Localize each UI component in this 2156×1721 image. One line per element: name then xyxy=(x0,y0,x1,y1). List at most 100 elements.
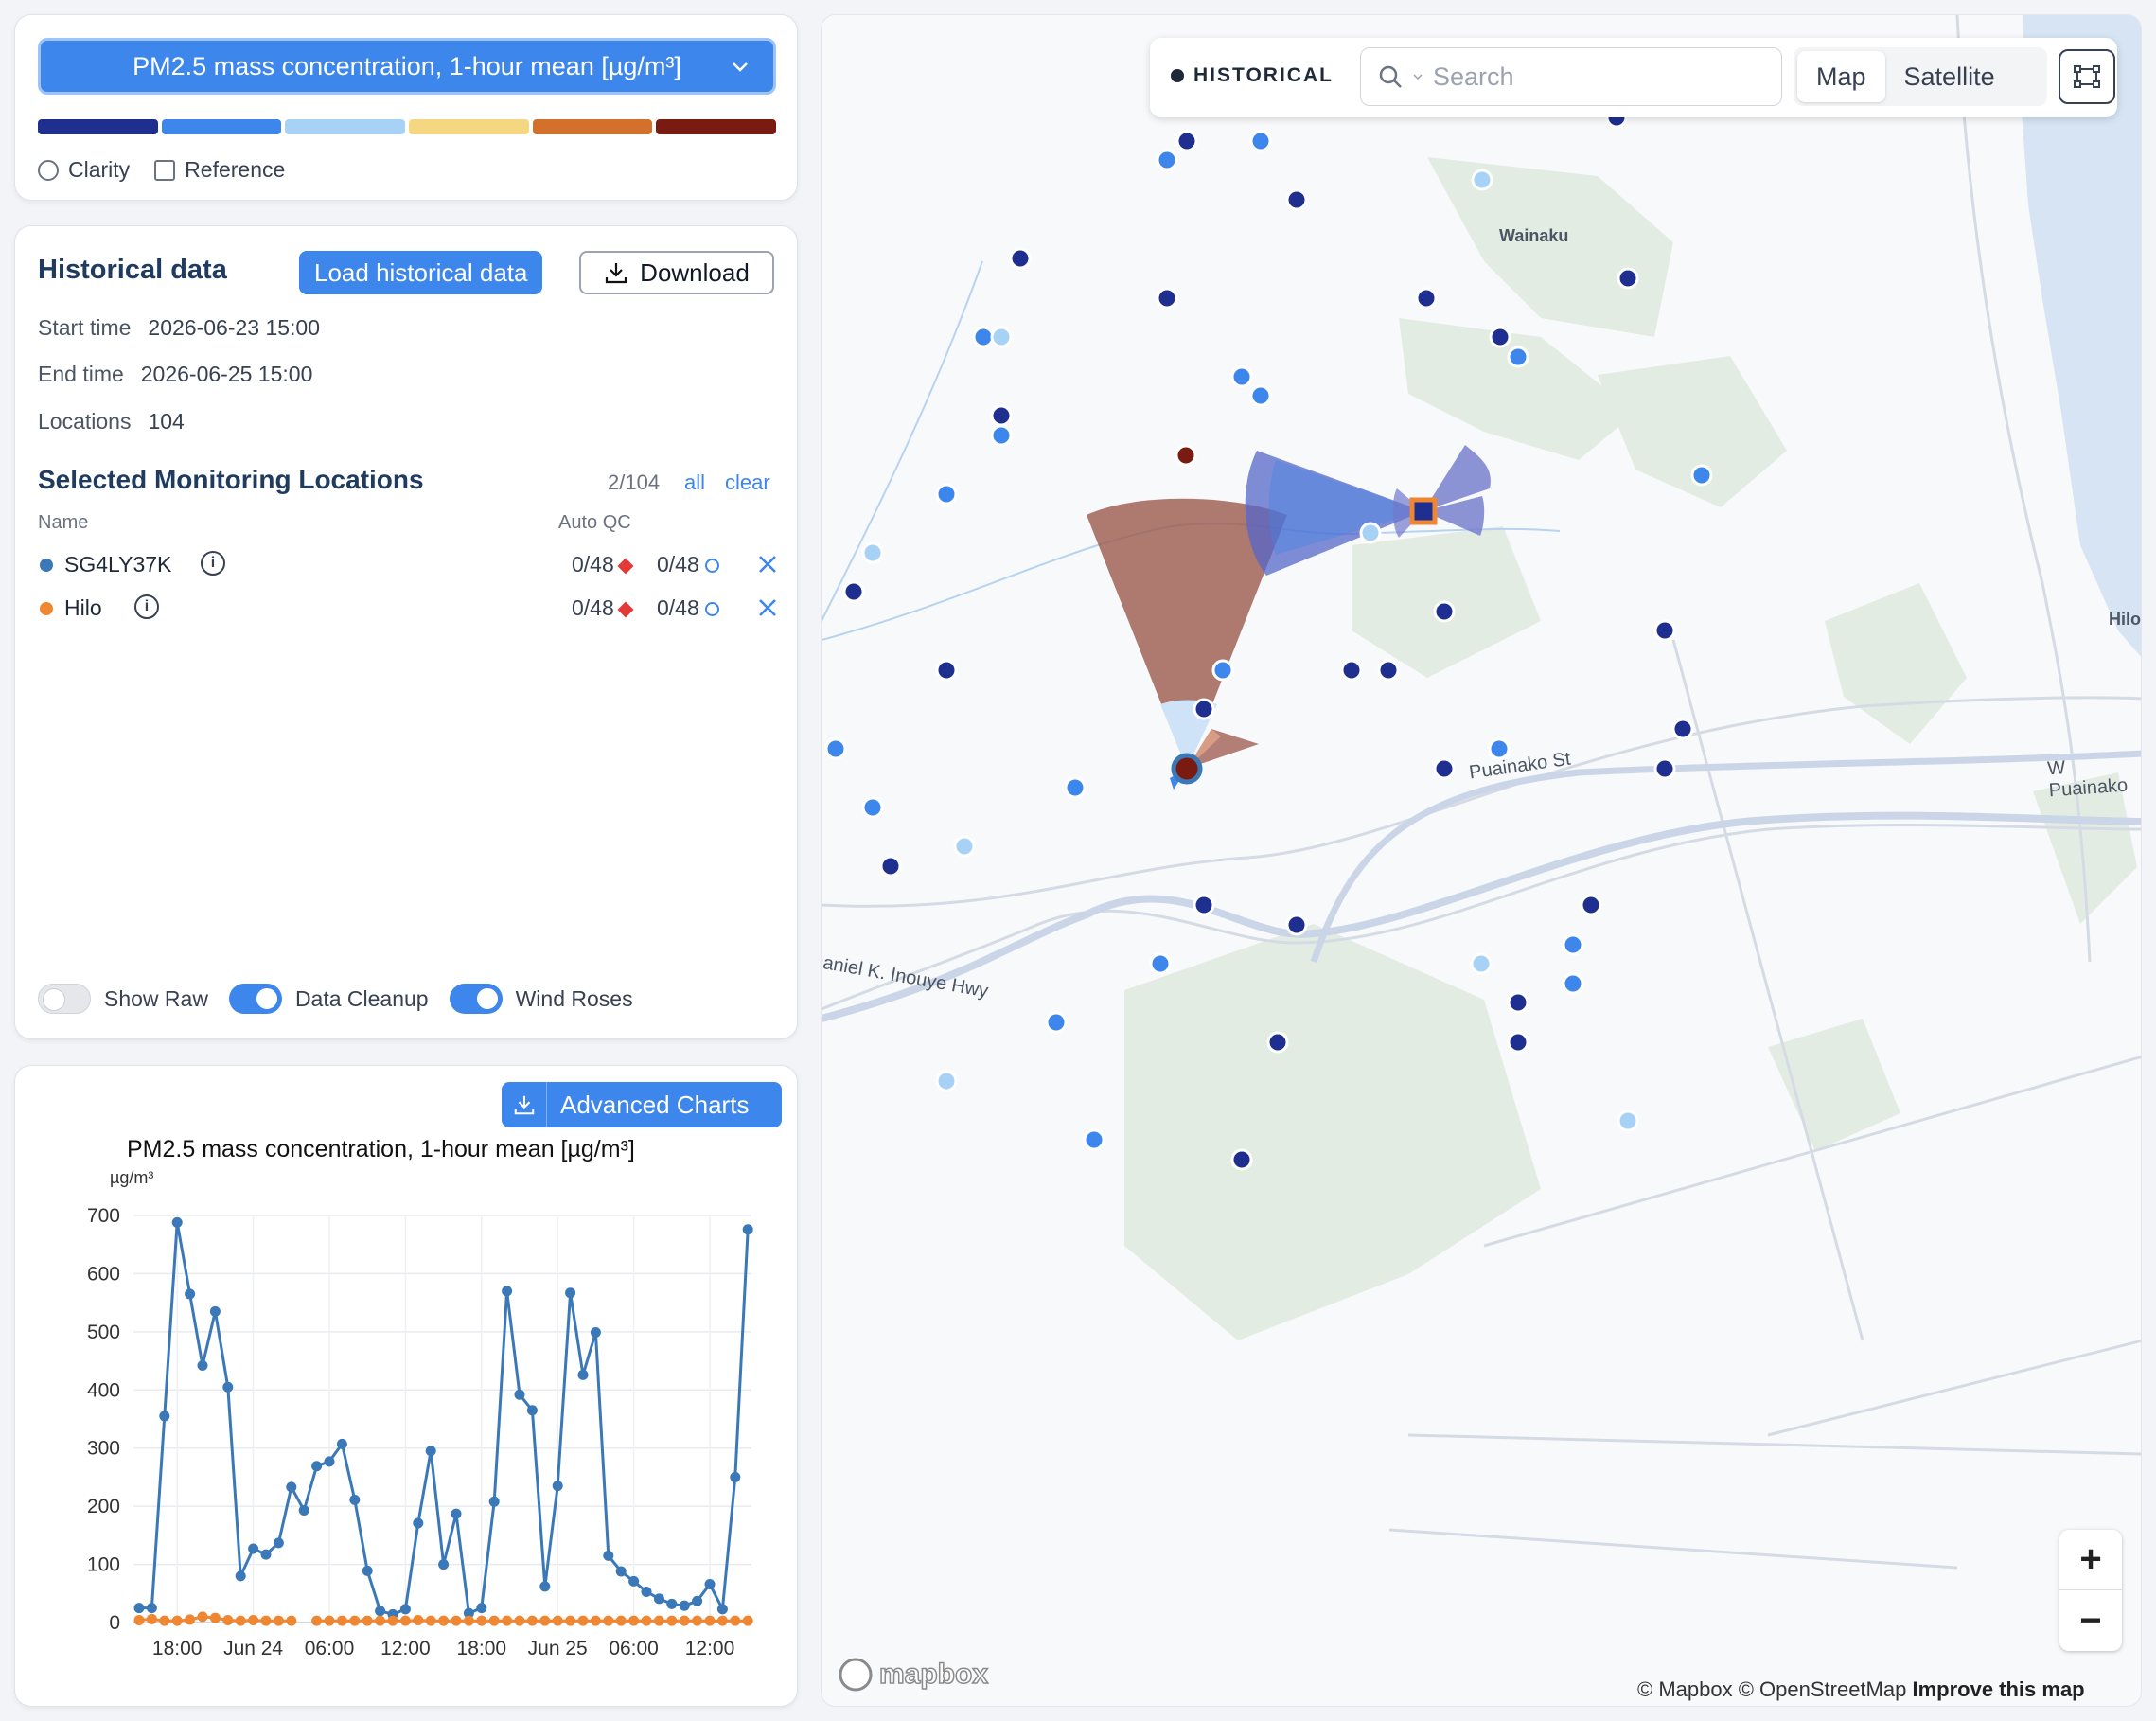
station-marker[interactable] xyxy=(1249,384,1272,407)
station-marker[interactable] xyxy=(1193,894,1215,916)
data-point xyxy=(704,1615,716,1626)
station-marker[interactable] xyxy=(1175,444,1197,467)
data-point xyxy=(425,1615,436,1626)
data-cleanup-toggle[interactable]: Data Cleanup xyxy=(228,984,429,1014)
station-marker[interactable] xyxy=(1507,346,1529,368)
station-marker[interactable] xyxy=(1653,619,1676,642)
station-marker[interactable] xyxy=(842,580,865,603)
station-marker[interactable] xyxy=(935,659,958,682)
station-marker[interactable] xyxy=(1149,952,1172,975)
station-marker[interactable] xyxy=(1045,1011,1068,1034)
station-marker[interactable] xyxy=(1230,365,1253,388)
data-point xyxy=(666,1598,678,1609)
station-marker[interactable] xyxy=(1340,659,1363,682)
station-marker[interactable] xyxy=(861,796,884,819)
station-marker[interactable] xyxy=(1671,718,1694,740)
station-marker[interactable] xyxy=(1156,287,1178,310)
station-marker[interactable] xyxy=(1488,737,1511,760)
station-marker[interactable] xyxy=(1009,247,1032,270)
station-marker[interactable] xyxy=(1415,287,1438,310)
station-marker[interactable] xyxy=(990,326,1013,348)
station-marker[interactable] xyxy=(1433,757,1456,780)
station-marker[interactable] xyxy=(990,404,1013,427)
data-point xyxy=(362,1565,373,1576)
data-point xyxy=(146,1613,157,1624)
station-marker[interactable] xyxy=(1175,130,1198,152)
data-point xyxy=(324,1456,335,1467)
station-marker[interactable] xyxy=(1285,914,1308,936)
qc-value: 0/48 xyxy=(657,595,699,620)
y-tick-label: 300 xyxy=(87,1438,120,1460)
data-point xyxy=(628,1615,640,1626)
select-all-link[interactable]: all xyxy=(684,470,705,495)
station-marker[interactable] xyxy=(1507,991,1529,1014)
station-marker[interactable] xyxy=(1562,972,1584,995)
mapbox-logo-icon xyxy=(839,1658,873,1692)
qc-value: 0/48 xyxy=(657,552,699,577)
station-marker[interactable] xyxy=(1617,267,1639,290)
map-type-map[interactable]: Map xyxy=(1797,51,1885,102)
station-marker[interactable] xyxy=(1562,933,1584,956)
station-marker[interactable] xyxy=(1617,1109,1639,1132)
station-marker[interactable] xyxy=(824,737,847,760)
circle-icon xyxy=(704,559,719,573)
color-scale xyxy=(38,119,777,134)
qc-value: 0/48 xyxy=(572,552,614,577)
station-marker[interactable] xyxy=(1249,130,1272,152)
station-marker[interactable] xyxy=(1064,776,1087,799)
parameter-select[interactable]: PM2.5 mass concentration, 1-hour mean [µ… xyxy=(38,38,776,95)
y-tick-label: 200 xyxy=(87,1496,120,1517)
station-marker[interactable] xyxy=(1156,149,1178,171)
station-marker[interactable] xyxy=(953,835,976,858)
station-marker[interactable] xyxy=(1489,326,1511,348)
station-marker[interactable] xyxy=(1083,1128,1105,1151)
station-marker[interactable] xyxy=(861,541,884,564)
zoom-out-button[interactable]: − xyxy=(2059,1590,2122,1651)
station-marker[interactable] xyxy=(1507,1031,1529,1054)
station-marker[interactable] xyxy=(1471,169,1493,191)
y-axis-unit: µg/m³ xyxy=(110,1168,153,1187)
reference-checkbox[interactable]: Reference xyxy=(154,157,285,183)
station-marker[interactable] xyxy=(1285,188,1308,211)
station-marker[interactable] xyxy=(990,424,1013,447)
data-point xyxy=(476,1603,487,1614)
station-marker[interactable] xyxy=(1230,1148,1253,1171)
station-marker[interactable] xyxy=(1653,757,1676,780)
station-marker[interactable] xyxy=(1211,659,1234,682)
scale-band xyxy=(38,119,158,134)
historical-data-card: Historical data Load historical data Dow… xyxy=(14,225,798,1039)
data-point xyxy=(235,1615,246,1626)
station-marker[interactable] xyxy=(1470,952,1493,975)
station-marker[interactable] xyxy=(935,483,958,506)
search-input[interactable]: Search xyxy=(1360,47,1782,106)
station-marker[interactable] xyxy=(1359,522,1382,544)
wind-roses-toggle[interactable]: Wind Roses xyxy=(449,984,633,1014)
station-marker[interactable] xyxy=(1580,894,1602,916)
improve-map-link[interactable]: Improve this map xyxy=(1912,1677,2084,1701)
station-marker[interactable] xyxy=(1690,464,1713,487)
station-marker[interactable] xyxy=(1193,698,1215,720)
clear-selection-link[interactable]: clear xyxy=(725,470,770,495)
station-marker[interactable] xyxy=(972,326,995,348)
station-marker[interactable] xyxy=(1433,600,1456,623)
map-view[interactable]: Wainaku Hilo Puainako St Daniel K. Inouy… xyxy=(821,14,2142,1707)
remove-location-icon[interactable] xyxy=(753,550,782,578)
parameter-select-label: PM2.5 mass concentration, 1-hour mean [µ… xyxy=(133,51,681,80)
remove-location-icon[interactable] xyxy=(753,594,782,622)
mapbox-logo[interactable]: mapbox xyxy=(838,1657,989,1693)
station-marker[interactable] xyxy=(1377,659,1400,682)
station-marker[interactable] xyxy=(935,1070,958,1092)
station-marker[interactable] xyxy=(879,855,902,878)
info-icon[interactable]: i xyxy=(201,551,225,576)
fit-bounds-button[interactable] xyxy=(2059,49,2115,104)
clarity-radio[interactable]: Clarity xyxy=(38,157,130,183)
map-type-satellite[interactable]: Satellite xyxy=(1885,51,2014,102)
show-raw-toggle[interactable]: Show Raw xyxy=(38,984,208,1014)
zoom-in-button[interactable]: + xyxy=(2059,1530,2122,1590)
info-icon[interactable]: i xyxy=(134,594,159,619)
download-button[interactable]: Download xyxy=(579,251,774,294)
load-historical-button[interactable]: Load historical data xyxy=(299,251,543,294)
map-canvas[interactable] xyxy=(822,15,2142,1707)
data-point xyxy=(171,1615,183,1626)
station-marker[interactable] xyxy=(1266,1031,1289,1054)
